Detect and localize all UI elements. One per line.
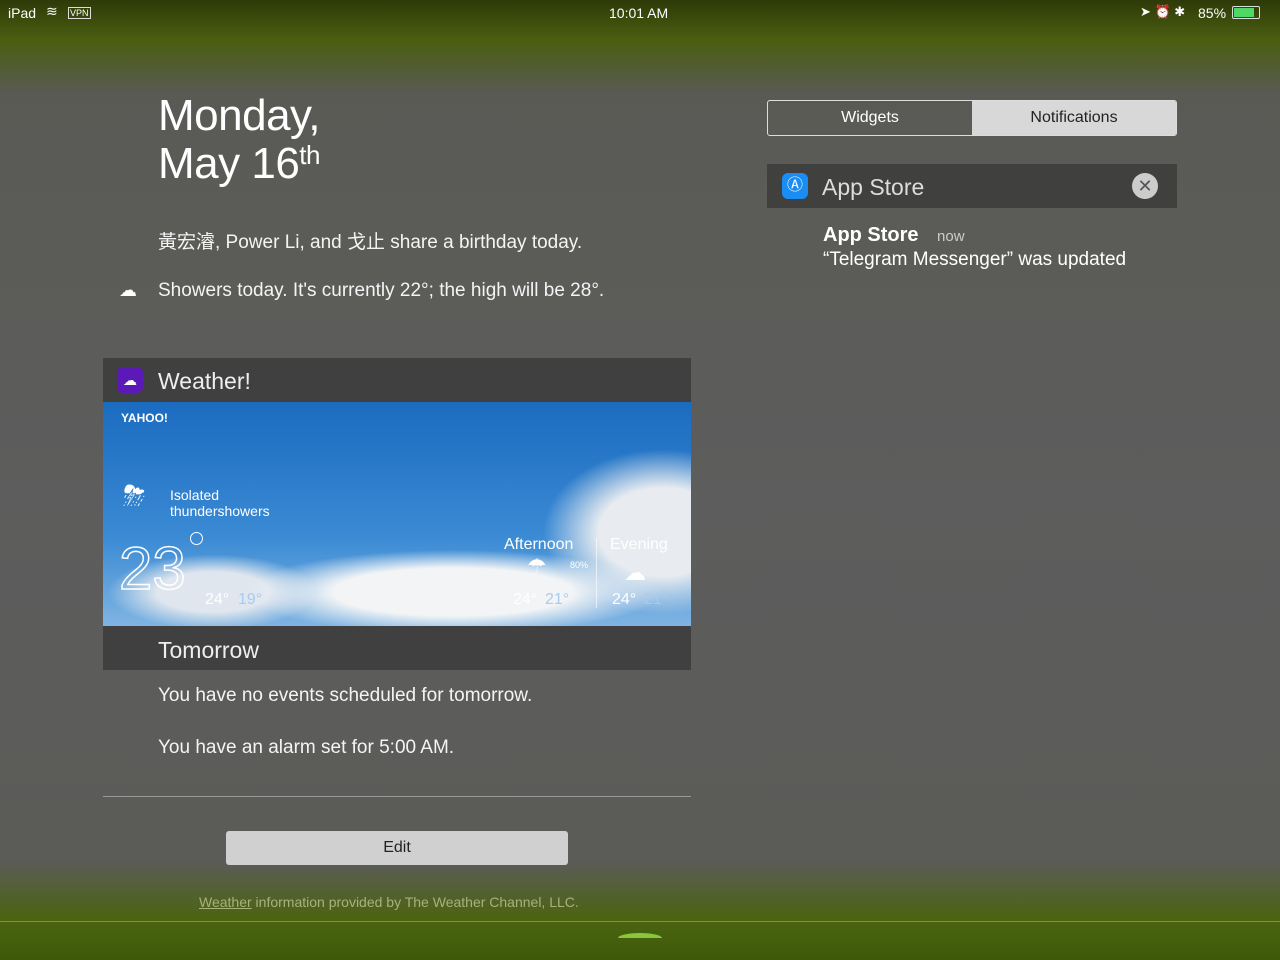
bottom-divider <box>0 921 1280 922</box>
device-label: iPad <box>8 5 37 21</box>
yahoo-logo: YAHOO! <box>121 411 168 425</box>
today-high: 24° <box>205 591 230 608</box>
battery-percent: 85% <box>1198 5 1227 21</box>
afternoon-label: Afternoon <box>504 536 574 553</box>
condition: Isolated thundershowers <box>170 487 270 519</box>
location-alarm-bluetooth-icons: ➤ ⏰ ✱ <box>1140 4 1186 19</box>
precip-chance: 80% <box>570 560 589 570</box>
alarm-text: You have an alarm set for 5:00 AM. <box>158 737 455 758</box>
rain-cloud-icon: ☁ <box>119 280 137 300</box>
battery-icon <box>1232 6 1260 19</box>
edit-button[interactable]: Edit <box>226 831 568 865</box>
notification-time: now <box>937 228 965 245</box>
evening-low: 21° <box>644 591 669 608</box>
wifi-icon: ≋ <box>46 3 58 19</box>
weather-link[interactable]: Weather <box>199 894 252 910</box>
grabber-handle[interactable] <box>618 933 662 943</box>
afternoon-low: 21° <box>545 591 570 608</box>
birthday-text: 黃宏濬, Power Li, and 戈止 share a birthday t… <box>158 232 583 253</box>
notification-message: “Telegram Messenger” was updated <box>823 249 1127 270</box>
notification-item[interactable]: App Store now “Telegram Messenger” was u… <box>823 224 1126 271</box>
view-segmented-control[interactable]: Widgets Notifications <box>767 100 1177 136</box>
weather-card[interactable]: YAHOO! ⛈ Isolated thundershowers 23 24° 1… <box>103 402 691 626</box>
clear-button[interactable]: ✕ <box>1132 173 1158 199</box>
degree-symbol <box>190 532 203 545</box>
today-low: 19° <box>238 591 263 608</box>
tomorrow-header[interactable]: Tomorrow <box>103 626 691 670</box>
group-title: App Store <box>822 174 925 200</box>
date-heading: Monday, May 16th <box>158 91 321 188</box>
events-text: You have no events scheduled for tomorro… <box>158 685 533 706</box>
weekday: Monday, <box>158 91 321 140</box>
forecast-text: Showers today. It's currently 22°; the h… <box>158 280 605 301</box>
yahoo-weather-app-icon: ☁ <box>117 367 143 393</box>
evening-high: 24° <box>612 591 637 608</box>
tab-widgets[interactable]: Widgets <box>768 101 972 135</box>
cloud-icon: ☁ <box>624 560 646 585</box>
weather-widget-header[interactable]: ☁ Weather! <box>103 358 691 402</box>
month-day: May 16th <box>158 139 320 188</box>
clock: 10:01 AM <box>609 5 669 21</box>
tab-notifications[interactable]: Notifications <box>972 101 1176 135</box>
status-bar: iPad ≋ VPN 10:01 AM ➤ ⏰ ✱ 85% <box>0 0 1280 26</box>
widget-title: Weather! <box>158 368 251 394</box>
app-store-icon: Ⓐ <box>782 173 808 199</box>
rain-icon: ☂ <box>527 554 547 579</box>
divider <box>596 538 597 608</box>
thunderstorm-icon: ⛈ <box>123 480 146 511</box>
afternoon-high: 24° <box>513 591 538 608</box>
tomorrow-title: Tomorrow <box>158 637 259 663</box>
vpn-icon: VPN <box>68 7 91 19</box>
notification-app: App Store <box>823 224 919 246</box>
current-temp: 23 <box>118 534 186 603</box>
weather-attribution: Weather information provided by The Weat… <box>199 894 579 910</box>
evening-label: Evening <box>610 536 668 553</box>
separator <box>103 796 691 797</box>
notification-group-header[interactable]: Ⓐ App Store ✕ <box>767 164 1177 208</box>
